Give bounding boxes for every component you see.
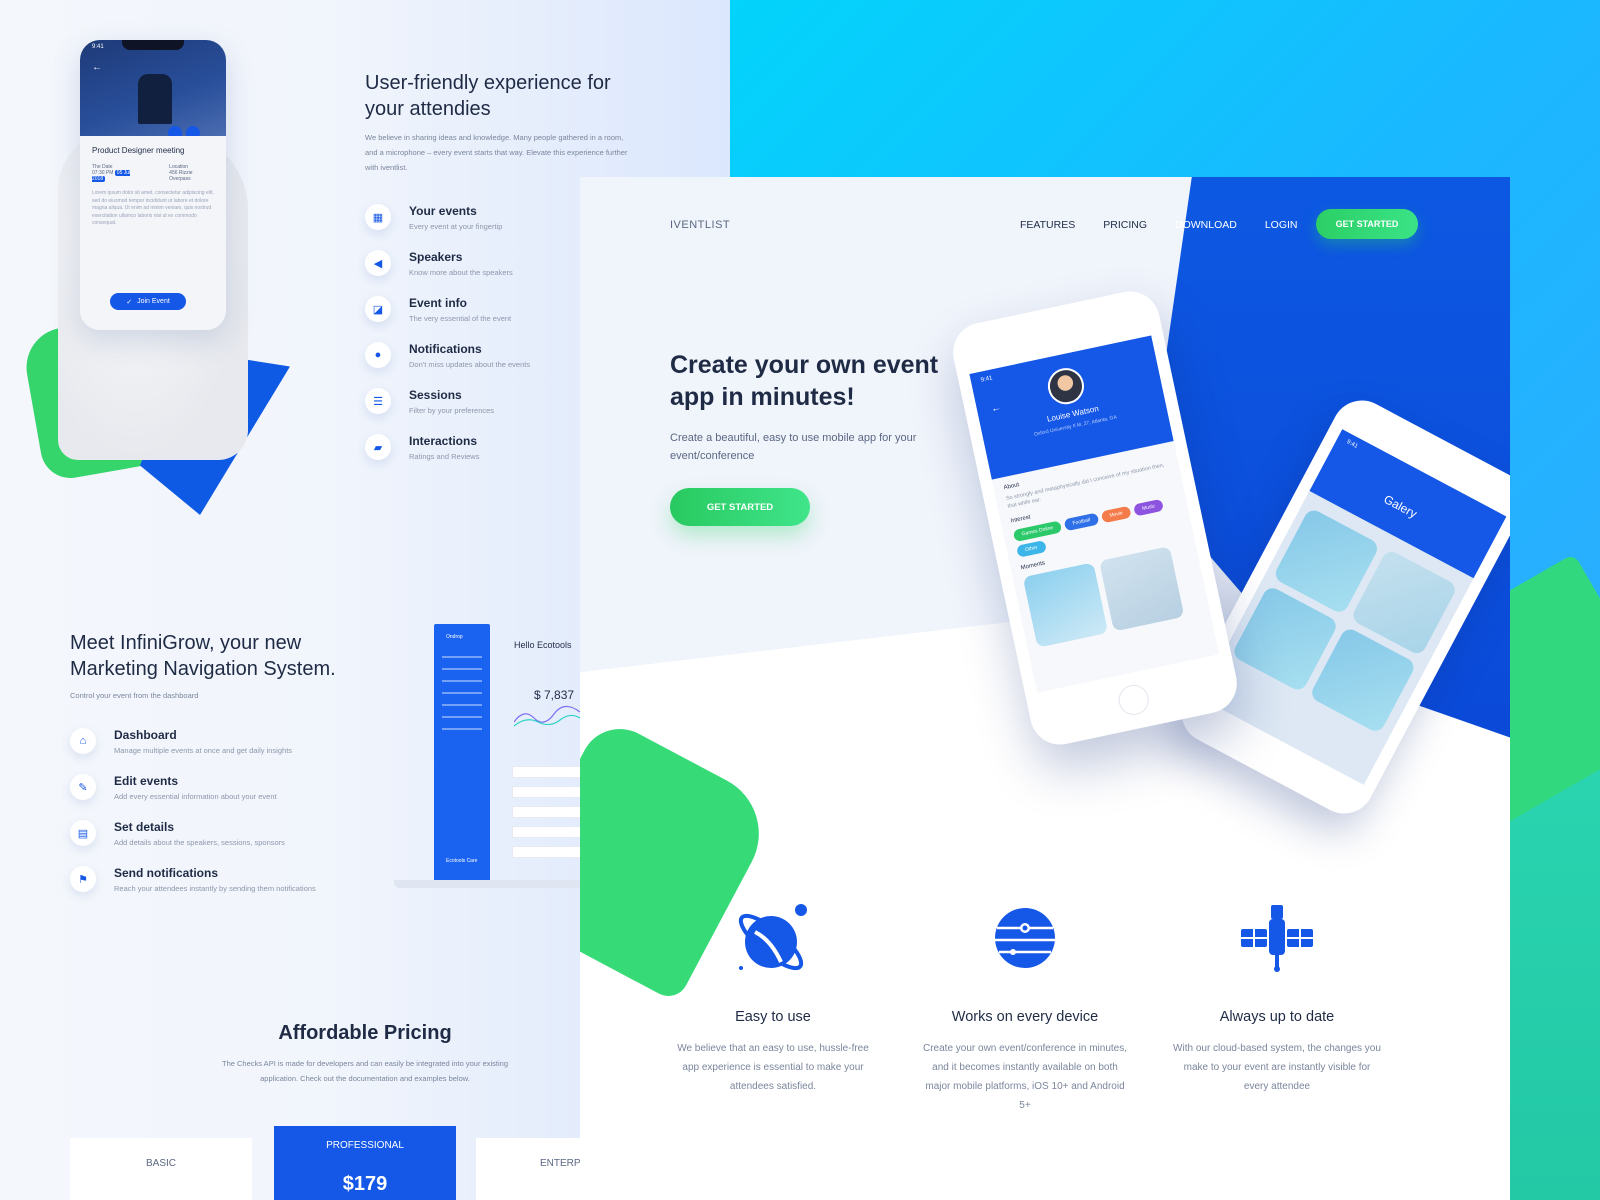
moment-photo[interactable] (1099, 546, 1185, 632)
dashboard-greeting: Hello Ecotools (514, 640, 572, 650)
feature-always-up-to-date: Always up to date With our cloud-based s… (1172, 895, 1382, 1096)
feature-speakers: ◀ Speakers Know more about the speakers (365, 250, 513, 277)
chat-bubble-icon: ▰ (365, 434, 391, 460)
dashboard-brand: Ondrop (446, 634, 463, 640)
event-photo: 9:41 ← (80, 40, 226, 136)
date-value: 07:30 PM 05 Jul 2018 (92, 170, 131, 182)
dashboard-sparkline (514, 705, 580, 727)
nav-download[interactable]: DOWNLOAD (1175, 219, 1237, 231)
event-detail-card: Product Designer meeting The Date 07:30 … (80, 136, 226, 330)
feature-dashboard: ⌂ Dashboard Manage multiple events at onc… (70, 728, 292, 755)
feature-send-notifications: ⚑ Send notifications Reach your attendees… (70, 866, 316, 893)
feature-title: Works on every device (951, 1009, 1099, 1025)
chip-games-online[interactable]: Games Online (1012, 520, 1063, 543)
plan-enterprise[interactable]: ENTERPR (476, 1138, 596, 1200)
feature-sessions: ☰ Sessions Filter by your preferences (365, 388, 494, 415)
feature-notifications: ● Notifications Don't miss updates about … (365, 342, 530, 369)
home-icon: ⌂ (70, 728, 96, 754)
chip-movie[interactable]: Movie (1100, 505, 1132, 524)
flag-icon: ⚑ (70, 866, 96, 892)
feature-works-on-every-device: Works on every device Create your own ev… (920, 895, 1130, 1115)
status-time: 9:41 (92, 44, 104, 50)
back-arrow-icon[interactable]: ← (990, 402, 1002, 415)
phone-notch (122, 40, 184, 50)
dashboard-sidebar (434, 624, 490, 882)
feature-desc: With our cloud-based system, the changes… (1173, 1043, 1381, 1092)
event-description: Lorem ipsum dolor sit amet, consectetur … (92, 190, 214, 226)
status-time: 9:41 (1345, 439, 1359, 450)
hero-desc: Create a beautiful, easy to use mobile a… (670, 432, 917, 462)
feature-set-details: ▤ Set details Add details about the speak… (70, 820, 285, 847)
pricing-desc: The Checks API is made for developers an… (222, 1059, 508, 1083)
feature-your-events: ▦ Your events Every event at your fingert… (365, 204, 502, 231)
feature-easy-to-use: Easy to use We believe that an easy to u… (668, 895, 878, 1096)
event-photo-person (138, 74, 172, 124)
edit-icon: ✎ (70, 774, 96, 800)
attendees-title: User-friendly experience for your attend… (365, 72, 611, 120)
feature-edit-events: ✎ Edit events Add every essential informa… (70, 774, 277, 801)
marketing-title: Meet InfiniGrow, your new Marketing Navi… (70, 632, 336, 680)
feature-event-info: ◪ Event info The very essential of the ev… (365, 296, 511, 323)
plan-professional-price: $179 (342, 1173, 388, 1195)
laptop-base (394, 880, 584, 888)
calendar-icon: ▦ (365, 204, 391, 230)
plan-professional[interactable]: PROFESSIONAL $179 (274, 1126, 456, 1200)
dashboard-user: Ecotools Care (446, 858, 478, 864)
dashboard-mockup: Ondrop Hello Ecotools $ 7,837 Ecotools C… (394, 612, 584, 902)
location-value: 456 Rizzie Overpass (169, 170, 193, 182)
chip-football[interactable]: Football (1063, 512, 1100, 532)
feature-desc: Create your own event/conference in minu… (923, 1043, 1127, 1111)
landing-page-card: IVENTLIST FEATURES PRICING DOWNLOAD LOGI… (580, 177, 1510, 1200)
status-time: 9:41 (980, 375, 994, 384)
check-icon: ✓ (126, 298, 133, 306)
list-icon: ☰ (365, 388, 391, 414)
back-arrow-icon[interactable]: ← (92, 62, 102, 73)
bell-icon: ● (365, 342, 391, 368)
chip-other[interactable]: Other (1016, 540, 1047, 558)
brand-logo[interactable]: IVENTLIST (670, 219, 730, 231)
details-icon: ▤ (70, 820, 96, 846)
feature-title: Always up to date (1219, 1009, 1335, 1025)
hero-title: Create your own event app in minutes! (670, 351, 939, 411)
chip-music[interactable]: Music (1133, 498, 1165, 517)
gallery-title: Galery (1381, 492, 1420, 521)
feature-interactions: ▰ Interactions Ratings and Reviews (365, 434, 479, 461)
plan-basic[interactable]: BASIC (70, 1138, 252, 1200)
nav-pricing[interactable]: PRICING (1103, 219, 1147, 231)
planet-icon (668, 895, 878, 981)
event-title: Product Designer meeting (92, 146, 185, 155)
avatar (1044, 364, 1088, 408)
hero-get-started-button[interactable]: GET STARTED (670, 488, 810, 526)
event-meta: The Date 07:30 PM 05 Jul 2018 Location 4… (92, 164, 214, 182)
attendees-desc: We believe in sharing ideas and knowledg… (365, 133, 628, 172)
top-nav: FEATURES PRICING DOWNLOAD LOGIN (1020, 219, 1298, 231)
marketing-desc: Control your event from the dashboard (70, 691, 199, 700)
home-button[interactable] (1115, 682, 1152, 718)
event-phone-mockup: 9:41 ← Product Designer meeting The Date… (80, 40, 226, 330)
nav-login[interactable]: LOGIN (1265, 219, 1298, 231)
feature-desc: We believe that an easy to use, hussle-f… (677, 1043, 869, 1092)
megaphone-icon: ◀ (365, 250, 391, 276)
dashboard-amount: $ 7,837 (534, 688, 575, 702)
info-icon: ◪ (365, 296, 391, 322)
moment-photo[interactable] (1022, 562, 1109, 648)
nav-get-started-button[interactable]: GET STARTED (1316, 209, 1418, 239)
globe-icon (920, 895, 1130, 981)
feature-title: Easy to use (735, 1009, 811, 1025)
satellite-icon (1172, 895, 1382, 981)
nav-features[interactable]: FEATURES (1020, 219, 1075, 231)
join-event-button[interactable]: ✓ Join Event (110, 293, 186, 310)
